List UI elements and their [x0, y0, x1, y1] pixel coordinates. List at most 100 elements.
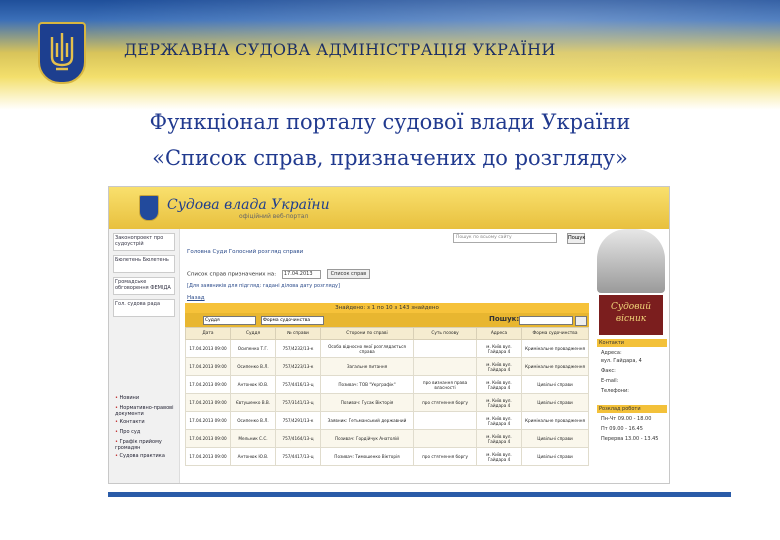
column-header[interactable]: Суддя [230, 327, 276, 340]
date-label: Список справ призначених на: [187, 271, 277, 278]
column-header[interactable]: Дата [185, 327, 231, 340]
table-cell: 17.04.2013 09:00 [185, 393, 231, 412]
search-label: Пошук: [489, 315, 520, 323]
table-cell: м. Київ вул. Гайдара 4 [476, 357, 522, 376]
table-cell: Антонюк Ю.В. [230, 375, 276, 394]
table-cell: 17.04.2013 09:00 [185, 357, 231, 376]
table-cell: м. Київ вул. Гайдара 4 [476, 429, 522, 448]
table-cell [413, 429, 477, 448]
table-cell: Цивільні справи [521, 429, 589, 448]
table-row[interactable]: 17.04.2013 09:00 Євтушенко В.В. 757/3141/1… [185, 393, 589, 412]
table-cell: Кримінальне провадження [521, 357, 589, 376]
table-body: 17.04.2013 09:00 Осипенко Т.Г. 757/4232/13… [185, 339, 589, 466]
table-search-button[interactable] [575, 316, 587, 326]
schedule-line: Пн-Чт 09.00 - 18.00 [601, 416, 652, 422]
table-cell: Цивільні справи [521, 447, 589, 466]
table-cell: Осипенко В.Л. [230, 411, 276, 430]
table-cell: 757/4223/13-к [275, 357, 321, 376]
themis-statue-image [597, 229, 665, 293]
table-cell: 17.04.2013 09:00 [185, 339, 231, 358]
cases-table: Дата Суддя № справи Сторони по справі Су… [185, 327, 589, 466]
filter-bar: Суддя Форма судочинства Пошук: [185, 313, 589, 327]
court-bulletin-banner[interactable]: Судовий вісник [599, 295, 663, 335]
table-search-input[interactable] [519, 316, 573, 325]
left-sidebar: Законопроект про судоустрій Бюлетень Бюл… [109, 229, 180, 483]
contact-line: Телефони: [601, 388, 629, 394]
table-cell: 757/4291/13-к [275, 411, 321, 430]
breadcrumb[interactable]: Головна Суди Голосний розгляд справи [187, 249, 303, 255]
portal-screenshot: Судова влада України офіційний веб-порта… [108, 186, 670, 484]
column-header[interactable]: № справи [275, 327, 321, 340]
table-row[interactable]: 17.04.2013 09:00 Антонюк Ю.В. 757/4416/13-… [185, 375, 589, 394]
date-input[interactable]: 17.04.2013 [281, 269, 321, 279]
schedule-header: Розклад роботи [597, 405, 667, 413]
left-menu-item[interactable]: • Новини [115, 395, 139, 401]
table-cell: Позивач: ТОВ "Укрграфік" [320, 375, 414, 394]
table-row[interactable]: 17.04.2013 09:00 Антонюк Ю.В. 757/4417/13-… [185, 447, 589, 466]
sidebar-banner[interactable]: Законопроект про судоустрій [113, 233, 175, 251]
table-cell [413, 411, 477, 430]
schedule-line: Перерва 13.00 - 13.45 [601, 436, 659, 442]
contact-line: Адреса: [601, 350, 622, 356]
column-header[interactable]: Адреса [476, 327, 522, 340]
left-menu-item[interactable]: • Нормативно-правові документи [115, 405, 179, 417]
portal-logo[interactable]: Судова влада України [167, 197, 330, 213]
slide-title-line1: Функціонал порталу судової влади України [149, 110, 631, 134]
form-select[interactable]: Форма судочинства [261, 316, 324, 325]
table-row[interactable]: 17.04.2013 09:00 Мельник С.С. 757/4164/13-… [185, 429, 589, 448]
schedule-line: Пт 09.00 - 16.45 [601, 426, 643, 432]
table-cell: Заявник: Гетьманський державний [320, 411, 414, 430]
trident-emblem-icon [38, 22, 86, 84]
hint-text: [Для заявників для підгляд: гадані ділов… [187, 283, 340, 289]
contact-line: Факс: [601, 368, 616, 374]
show-list-button[interactable]: Список справ [326, 269, 371, 279]
contacts-header: Контакти [597, 339, 667, 347]
table-cell: Євтушенко В.В. [230, 393, 276, 412]
table-cell: про стягнення боргу [413, 393, 477, 412]
search-button[interactable]: Пошук [567, 233, 585, 244]
table-row[interactable]: 17.04.2013 09:00 Осипенко В.Л. 757/4223/13… [185, 357, 589, 376]
table-cell: 17.04.2013 09:00 [185, 411, 231, 430]
table-cell: м. Київ вул. Гайдара 4 [476, 375, 522, 394]
table-cell: 17.04.2013 09:00 [185, 429, 231, 448]
right-sidebar: Судовий вісник Контакти Адреса: вул. Гай… [593, 229, 669, 483]
table-cell: Позивач: Гордійчук Анатолій [320, 429, 414, 448]
table-cell: м. Київ вул. Гайдара 4 [476, 393, 522, 412]
table-row[interactable]: 17.04.2013 09:00 Осипенко В.Л. 757/4291/13… [185, 411, 589, 430]
table-cell: Позивач: Тимошенко Вікторія [320, 447, 414, 466]
table-cell: 757/3141/13-ц [275, 393, 321, 412]
table-cell: 757/4164/13-ц [275, 429, 321, 448]
slide-title-line2: «Список справ, призначених до розгляду» [152, 146, 628, 170]
table-cell: Позивач: Гусак Вікторія [320, 393, 414, 412]
table-cell: Цивільні справи [521, 375, 589, 394]
table-cell: Кримінальне провадження [521, 339, 589, 358]
column-header[interactable]: Сторони по справі [320, 327, 414, 340]
sidebar-banner[interactable]: Бюлетень Бюлетень [113, 255, 175, 273]
left-menu-item[interactable]: • Графік прийому громадян [115, 439, 179, 451]
table-cell: Загальне питання [320, 357, 414, 376]
judge-select[interactable]: Суддя [203, 316, 256, 325]
sidebar-banner[interactable]: Гол. судова рада [113, 299, 175, 317]
table-cell: Осипенко Т.Г. [230, 339, 276, 358]
contact-line: вул. Гайдара, 4 [601, 358, 642, 364]
sidebar-banner[interactable]: Громадське обговорення ФЕМІДА [113, 277, 175, 295]
bottom-rule [108, 492, 731, 497]
table-cell: м. Київ вул. Гайдара 4 [476, 339, 522, 358]
table-cell: Цивільні справи [521, 393, 589, 412]
agency-name: ДЕРЖАВНА СУДОВА АДМІНІСТРАЦІЯ УКРАЇНИ [124, 40, 556, 59]
main-content: Пошук по всьому сайту Пошук Головна Суди… [181, 229, 593, 483]
table-row[interactable]: 17.04.2013 09:00 Осипенко Т.Г. 757/4232/13… [185, 339, 589, 358]
left-menu-item[interactable]: • Контакти [115, 419, 145, 425]
results-count-bar: Знайдено: з 1 по 10 з 143 знайдено [185, 303, 589, 313]
left-menu-item[interactable]: • Судова практика [115, 453, 165, 459]
column-header[interactable]: Суть позову [413, 327, 477, 340]
table-cell: про визнання права власності [413, 375, 477, 394]
search-input[interactable]: Пошук по всьому сайту [453, 233, 557, 243]
table-cell [413, 339, 477, 358]
contact-line[interactable]: E-mail: [601, 377, 618, 385]
back-link[interactable]: Назад [187, 295, 205, 301]
left-menu-item[interactable]: • Про суд [115, 429, 140, 435]
table-cell [413, 357, 477, 376]
column-header[interactable]: Форма судочинства [521, 327, 589, 340]
table-cell: 17.04.2013 09:00 [185, 375, 231, 394]
